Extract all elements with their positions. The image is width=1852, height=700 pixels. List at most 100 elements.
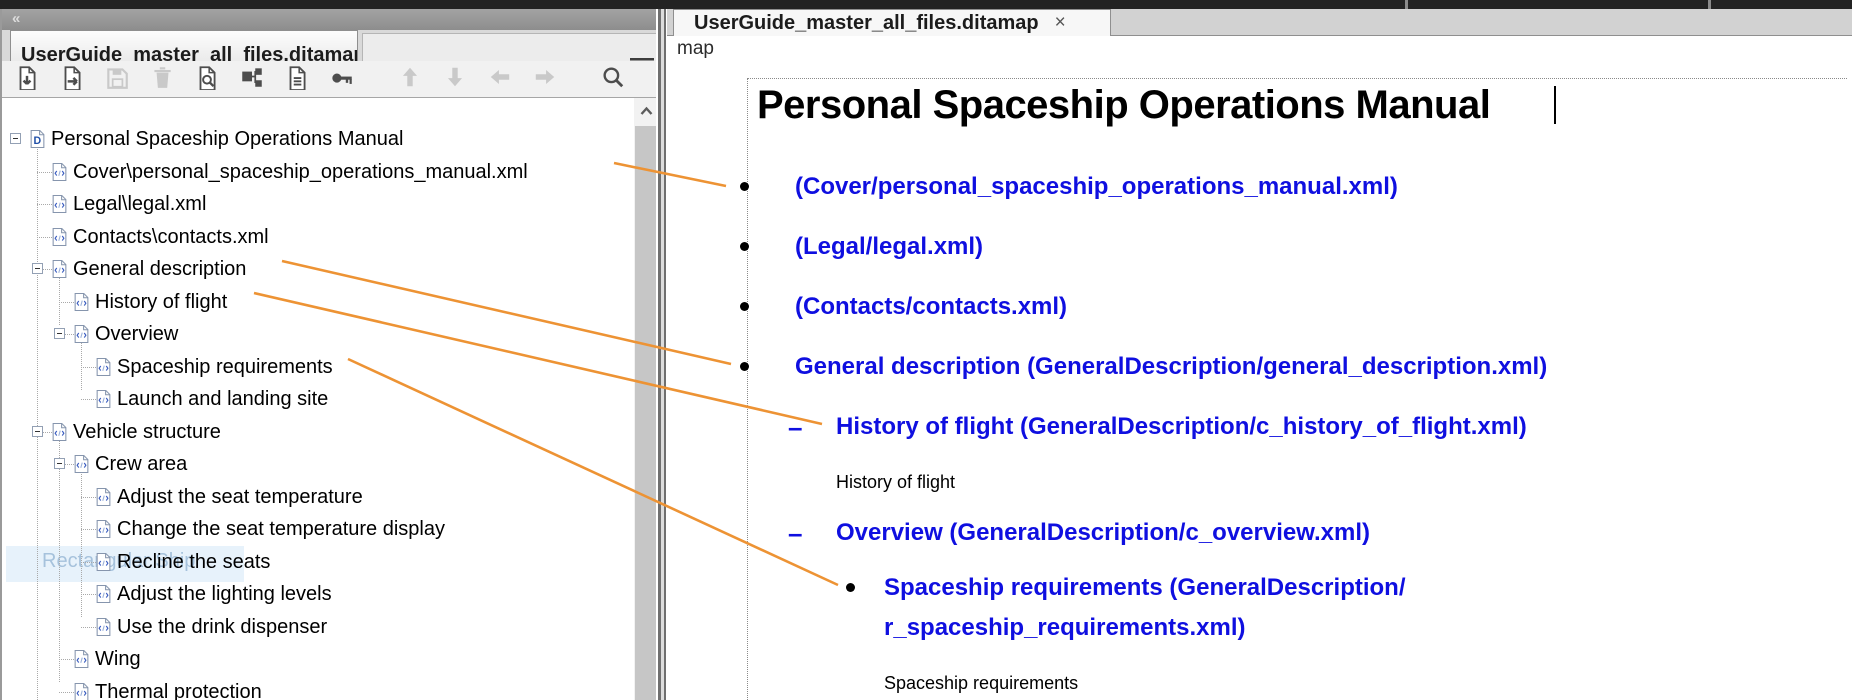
- preview-reference-button[interactable]: [187, 64, 227, 94]
- topicref-link[interactable]: (Cover/personal_spaceship_operations_man…: [667, 167, 1852, 207]
- top-bar-tick: [1708, 0, 1711, 9]
- doc-lines-icon: [284, 64, 310, 95]
- collapse-toggle[interactable]: [32, 263, 43, 274]
- collapse-panel-button[interactable]: «: [12, 10, 19, 27]
- topicref-link[interactable]: Spaceship requirements (GeneralDescripti…: [667, 568, 1852, 648]
- topicref-icon: [96, 488, 111, 511]
- close-tab-icon[interactable]: ×: [1055, 12, 1066, 34]
- tree-item[interactable]: Vehicle structure: [4, 419, 634, 445]
- tree-item-label: General description: [73, 257, 246, 281]
- tree-item[interactable]: Contacts\contacts.xml: [4, 224, 634, 250]
- tree-item[interactable]: Launch and landing site: [4, 386, 634, 412]
- topicref-link[interactable]: General description (GeneralDescription/…: [667, 347, 1852, 387]
- open-document-button[interactable]: [277, 64, 317, 94]
- ditamap-tree: Rectangular Ship DPersonal Spaceship Ope…: [4, 98, 634, 700]
- dash-marker: –: [788, 407, 802, 447]
- tree-item[interactable]: Legal\legal.xml: [4, 191, 634, 217]
- topicref-link[interactable]: –History of flight (GeneralDescription/c…: [667, 407, 1852, 447]
- editor-tab-strip: UserGuide_master_all_files.ditamap ×: [667, 9, 1852, 36]
- tree-item-label: Launch and landing site: [117, 387, 328, 411]
- bullet-marker: [846, 583, 855, 592]
- breadcrumb-item-map[interactable]: map: [677, 38, 714, 60]
- collapse-toggle[interactable]: [32, 426, 43, 437]
- edit-keys-button[interactable]: [322, 64, 362, 94]
- tree-item[interactable]: D Personal Spaceship Operations Manual: [4, 126, 634, 152]
- topicref-icon: [74, 650, 89, 673]
- editor-tab-title: UserGuide_master_all_files.ditamap: [674, 12, 1039, 35]
- scroll-up-button[interactable]: [634, 98, 658, 125]
- tree-item[interactable]: Crew area: [4, 451, 634, 477]
- tree-item[interactable]: Use the drink dispenser: [4, 614, 634, 640]
- tree-item[interactable]: Spaceship requirements: [4, 354, 634, 380]
- app-window: « UserGuide_master_all_files.ditamap Rec…: [0, 0, 1852, 700]
- topicref-icon: [74, 293, 89, 316]
- map-title[interactable]: Personal Spaceship Operations Manual: [757, 83, 1490, 128]
- top-bar-tick: [1405, 0, 1408, 9]
- tree-item[interactable]: Recline the seats: [4, 549, 634, 575]
- promote-button: [480, 64, 520, 94]
- search-button[interactable]: [593, 64, 633, 94]
- tree-item-label: Recline the seats: [117, 550, 270, 574]
- bullet-marker: [740, 302, 749, 311]
- topicref-icon: [96, 358, 111, 381]
- tree-item[interactable]: Change the seat temperature display: [4, 516, 634, 542]
- map-boundary-dotted-line: [747, 78, 1847, 79]
- tree-scrollbar[interactable]: [634, 98, 658, 700]
- insert-reference-after-button[interactable]: [52, 64, 92, 94]
- topicref-link[interactable]: (Legal/legal.xml): [667, 227, 1852, 267]
- bullet-marker: [740, 182, 749, 191]
- author-document-area: Personal Spaceship Operations Manual (Co…: [667, 64, 1852, 700]
- link-with-editor-button[interactable]: [232, 64, 272, 94]
- topicref-link[interactable]: (Contacts/contacts.xml): [667, 287, 1852, 327]
- editor-tab[interactable]: UserGuide_master_all_files.ditamap ×: [673, 9, 1111, 36]
- tree-item-label: Change the seat temperature display: [117, 517, 445, 541]
- tree-item-label: Vehicle structure: [73, 420, 221, 444]
- tree-item[interactable]: Adjust the seat temperature: [4, 484, 634, 510]
- collapse-toggle[interactable]: [54, 458, 65, 469]
- ditamap-icon: D: [30, 130, 45, 153]
- tree-item[interactable]: Adjust the lighting levels: [4, 581, 634, 607]
- save-button: [97, 64, 137, 94]
- topicref-icon: [96, 585, 111, 608]
- collapse-toggle[interactable]: [54, 328, 65, 339]
- scrollbar-thumb[interactable]: [635, 126, 657, 700]
- breadcrumb: map: [667, 36, 1852, 64]
- tree-item-label: History of flight: [95, 290, 227, 314]
- topicref-icon: [74, 325, 89, 348]
- panel-splitter[interactable]: [656, 9, 667, 700]
- doc-arrow-down-icon: [14, 64, 40, 95]
- tree-item[interactable]: History of flight: [4, 289, 634, 315]
- bullet-marker: [740, 362, 749, 371]
- delete-button: [142, 64, 182, 94]
- text-caret: [1554, 86, 1556, 124]
- tree-item[interactable]: Overview: [4, 321, 634, 347]
- search-icon: [600, 64, 626, 95]
- tree-item-label: Legal\legal.xml: [73, 192, 206, 216]
- tree-item[interactable]: Wing: [4, 646, 634, 672]
- tree-item-label: Crew area: [95, 452, 187, 476]
- topicref-icon: [52, 195, 67, 218]
- topicref-icon: [96, 618, 111, 641]
- topicref-link[interactable]: –Overview (GeneralDescription/c_overview…: [667, 513, 1852, 553]
- tree-item[interactable]: Thermal protection: [4, 679, 634, 700]
- navtitle-text: History of flight: [667, 469, 1852, 495]
- tree-item[interactable]: Cover\personal_spaceship_operations_manu…: [4, 159, 634, 185]
- tree-item-label: Personal Spaceship Operations Manual: [51, 127, 403, 151]
- topicref-icon: [74, 455, 89, 478]
- move-up-button: [390, 64, 430, 94]
- arrow-up-icon: [397, 64, 423, 95]
- tree-item-label: Contacts\contacts.xml: [73, 225, 269, 249]
- map-toolbar: [2, 61, 658, 98]
- collapse-toggle[interactable]: [10, 133, 21, 144]
- insert-reference-button[interactable]: [7, 64, 47, 94]
- tree-item[interactable]: General description: [4, 256, 634, 282]
- save-icon: [104, 64, 130, 95]
- topicref-icon: [74, 683, 89, 700]
- demote-button: [525, 64, 565, 94]
- tree-item-label: Adjust the seat temperature: [117, 485, 363, 509]
- hierarchy-icon: [239, 64, 265, 95]
- svg-text:D: D: [33, 135, 41, 147]
- dash-marker: –: [788, 513, 802, 553]
- key-icon: [329, 64, 355, 95]
- tree-item-label: Use the drink dispenser: [117, 615, 327, 639]
